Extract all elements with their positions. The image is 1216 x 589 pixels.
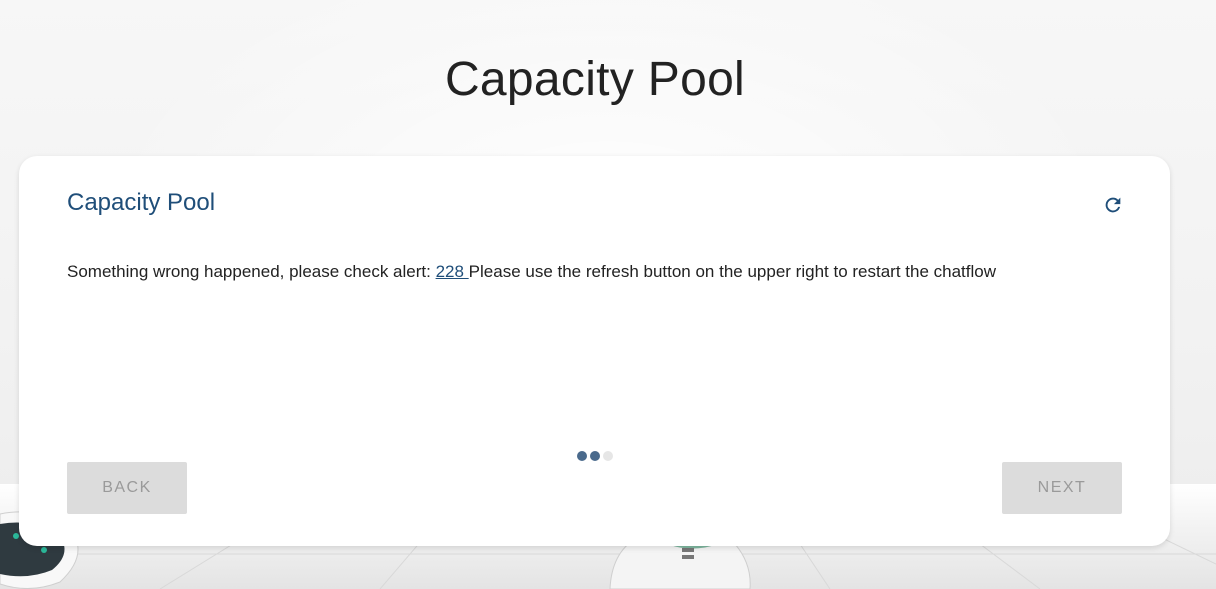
error-message-prefix: Something wrong happened, please check a… xyxy=(67,262,436,281)
step-dot xyxy=(603,451,613,461)
error-message: Something wrong happened, please check a… xyxy=(67,262,996,282)
next-button[interactable]: Next xyxy=(1002,462,1122,514)
back-button[interactable]: Back xyxy=(67,462,187,514)
step-dot xyxy=(577,451,587,461)
step-indicator xyxy=(577,451,613,461)
refresh-icon xyxy=(1105,197,1121,213)
error-message-suffix: Please use the refresh button on the upp… xyxy=(468,262,996,281)
refresh-button[interactable] xyxy=(1099,191,1127,219)
step-dot xyxy=(590,451,600,461)
chatflow-card: Capacity Pool Something wrong happened, … xyxy=(19,156,1170,546)
alert-link[interactable]: 228 xyxy=(436,262,469,281)
page-title: Capacity Pool xyxy=(444,53,746,106)
card-title: Capacity Pool xyxy=(67,189,216,216)
